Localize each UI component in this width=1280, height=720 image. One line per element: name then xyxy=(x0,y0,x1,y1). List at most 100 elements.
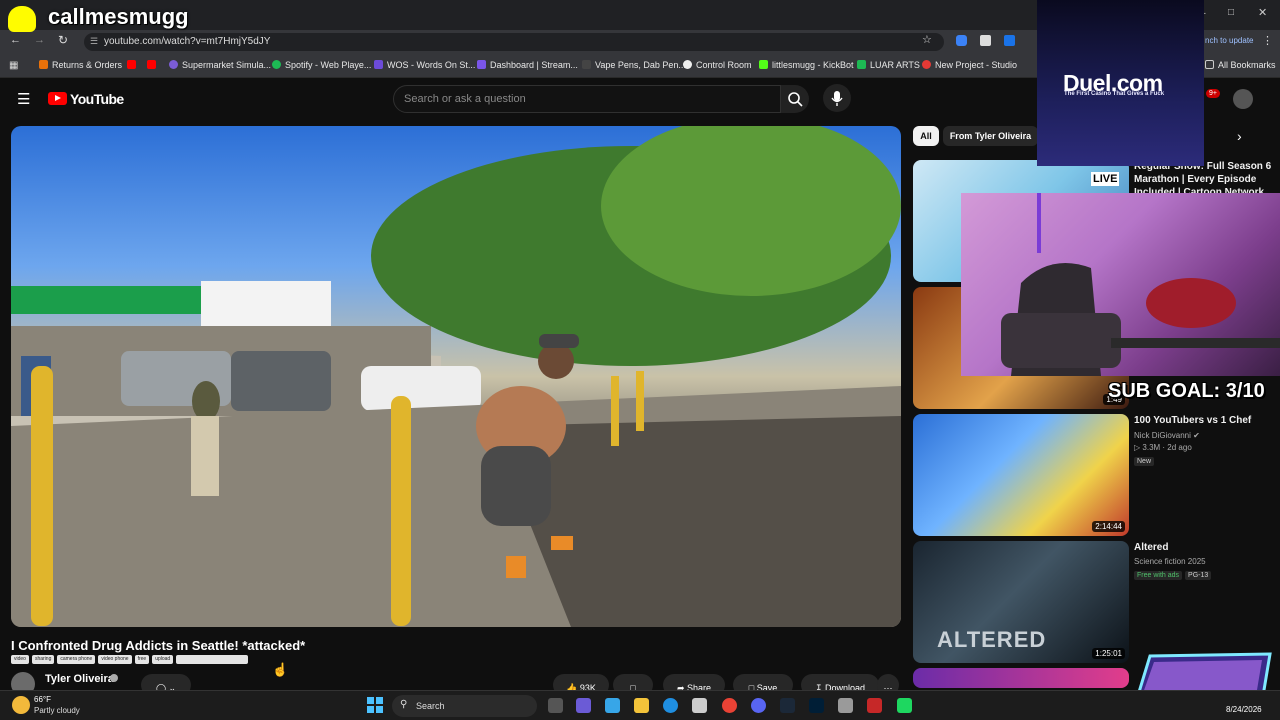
windows-start-icon[interactable] xyxy=(367,697,383,713)
extension-icon[interactable] xyxy=(1004,35,1015,46)
chevron-right-icon[interactable]: › xyxy=(1237,128,1242,144)
filter-chip-from-channel[interactable]: From Tyler Oliveira xyxy=(943,126,1038,146)
copilot-icon[interactable] xyxy=(605,698,620,713)
verified-icon: ✔ xyxy=(1193,431,1200,440)
recommended-channel[interactable]: Nick DiGiovanni ✔ xyxy=(1134,431,1200,440)
relaunch-update-label[interactable]: nch to update xyxy=(1205,36,1253,45)
recommended-badges: New xyxy=(1134,456,1157,466)
steam-icon[interactable] xyxy=(780,698,795,713)
extension-icon[interactable] xyxy=(956,35,967,46)
bookmark-item[interactable] xyxy=(127,60,140,70)
microsoft-store-icon[interactable] xyxy=(692,698,707,713)
recommended-badges: Free with ads PG-13 xyxy=(1134,570,1214,580)
avatar[interactable] xyxy=(1233,89,1253,109)
tag-chip[interactable]: camera phone xyxy=(57,655,96,664)
weather-description[interactable]: Partly cloudy xyxy=(34,706,80,715)
search-button[interactable] xyxy=(781,85,809,113)
weather-icon[interactable] xyxy=(12,696,30,714)
duration-badge: 1:25:01 xyxy=(1092,648,1125,659)
bookmark-favicon-icon xyxy=(683,60,692,69)
photoshop-icon[interactable] xyxy=(809,698,824,713)
channel-row: Tyler Oliveira ◯ ⌄ 👍 93K □ ➦ Share □ Sav… xyxy=(11,670,901,696)
folder-icon xyxy=(1205,60,1214,69)
live-badge: LIVE xyxy=(1091,172,1120,186)
play-icon: ▷ xyxy=(1134,443,1141,452)
bookmark-item[interactable]: Returns & Orders xyxy=(39,60,122,70)
forward-icon[interactable]: → xyxy=(34,34,45,46)
discord-icon[interactable] xyxy=(751,698,766,713)
recommended-title[interactable]: 100 YouTubers vs 1 Chef xyxy=(1134,414,1274,427)
youtube-logo-text[interactable]: YouTube xyxy=(70,91,124,107)
sub-goal-overlay: SUB GOAL: 3/10 xyxy=(1108,380,1265,402)
tag-chip[interactable]: upload xyxy=(152,655,174,664)
bookmark-item[interactable] xyxy=(147,60,160,70)
maximize-icon[interactable]: □ xyxy=(1228,7,1234,18)
spotify-icon xyxy=(272,60,281,69)
bookmark-item[interactable]: Vape Pens, Dab Pen... xyxy=(582,60,686,70)
menu-kebab-icon[interactable]: ⋮ xyxy=(1262,34,1273,47)
bookmark-favicon-icon xyxy=(759,60,768,69)
bookmark-item[interactable]: WOS - Words On St... xyxy=(374,60,475,70)
bookmark-item[interactable]: Spotify - Web Playe... xyxy=(272,60,371,70)
verified-icon xyxy=(110,674,118,682)
video-player[interactable] xyxy=(11,126,901,627)
bookmark-favicon-icon xyxy=(477,60,486,69)
task-view-icon[interactable] xyxy=(548,698,563,713)
recommended-thumbnail[interactable] xyxy=(913,668,1129,688)
tag-chip[interactable]: sharing xyxy=(31,655,55,664)
duel-ad-tagline: The First Casino That Gives a Fuck xyxy=(1064,91,1165,97)
bookmark-favicon-icon xyxy=(582,60,591,69)
app-icon[interactable] xyxy=(867,698,882,713)
weather-temperature[interactable]: 66°F xyxy=(34,695,51,704)
apps-grid-icon[interactable]: ▦ xyxy=(9,60,18,71)
site-info-icon[interactable]: ☰ xyxy=(90,36,98,47)
webcam-image xyxy=(1001,193,1280,376)
bookmark-item[interactable]: LUAR ARTS xyxy=(857,60,920,70)
youtube-logo-icon[interactable] xyxy=(48,92,67,105)
mouse-cursor-icon: ☝ xyxy=(272,662,289,677)
bookmark-item[interactable]: Dashboard | Stream... xyxy=(477,60,578,70)
tag-chip[interactable]: free xyxy=(134,655,150,664)
back-icon[interactable]: ← xyxy=(10,34,21,46)
bookmark-item[interactable]: New Project - Studio xyxy=(922,60,1017,70)
recommended-thumbnail[interactable]: 2:14:44 xyxy=(913,414,1129,536)
webcam-overlay xyxy=(961,193,1280,376)
bookmark-item[interactable]: littlesmugg - KickBot xyxy=(759,60,854,70)
voice-search-button[interactable] xyxy=(823,84,851,112)
recommended-thumbnail[interactable]: ALTERED 1:25:01 xyxy=(913,541,1129,663)
tag-chip[interactable] xyxy=(176,655,249,664)
channel-name[interactable]: Tyler Oliveira xyxy=(45,673,114,685)
reload-icon[interactable]: ↻ xyxy=(58,33,68,47)
bookmark-star-icon[interactable]: ☆ xyxy=(922,33,932,46)
new-badge: New xyxy=(1134,457,1155,466)
extension-icon[interactable] xyxy=(980,35,991,46)
video-title: I Confronted Drug Addicts in Seattle! *a… xyxy=(11,638,306,653)
snapchat-ghost-icon xyxy=(8,6,36,32)
bookmark-favicon-icon xyxy=(857,60,866,69)
rating-badge: PG-13 xyxy=(1185,571,1212,580)
chrome-icon[interactable] xyxy=(722,698,737,713)
bookmark-item[interactable]: Control Room xyxy=(683,60,752,70)
recommended-title[interactable]: Altered xyxy=(1134,541,1274,554)
taskbar-search-box[interactable]: ⚲ Search xyxy=(392,695,537,717)
all-bookmarks[interactable]: All Bookmarks xyxy=(1205,60,1276,70)
bookmark-item[interactable]: Supermarket Simula... xyxy=(169,60,271,70)
teams-icon[interactable] xyxy=(576,698,591,713)
taskbar-date[interactable]: 8/24/2026 xyxy=(1226,705,1262,714)
recommended-subtitle: Science fiction 2025 xyxy=(1134,557,1206,566)
thumbnail-title-text: ALTERED xyxy=(937,627,1047,652)
free-with-ads-badge: Free with ads xyxy=(1134,571,1183,580)
bookmark-favicon-icon xyxy=(922,60,931,69)
filter-chip-all[interactable]: All xyxy=(913,126,939,146)
edge-icon[interactable] xyxy=(663,698,678,713)
tag-chip[interactable]: video phone xyxy=(98,655,132,664)
search-input[interactable]: Search or ask a question xyxy=(393,85,781,113)
file-explorer-icon[interactable] xyxy=(634,698,649,713)
app-icon[interactable] xyxy=(897,698,912,713)
notepad-icon[interactable] xyxy=(838,698,853,713)
close-icon[interactable]: ✕ xyxy=(1258,6,1267,19)
tag-chip[interactable]: video xyxy=(11,655,29,664)
bookmark-favicon-icon xyxy=(374,60,383,69)
hamburger-menu-icon[interactable]: ☰ xyxy=(17,90,30,108)
url-field[interactable]: ☰ youtube.com/watch?v=mt7HmjY5dJY xyxy=(84,33,944,51)
